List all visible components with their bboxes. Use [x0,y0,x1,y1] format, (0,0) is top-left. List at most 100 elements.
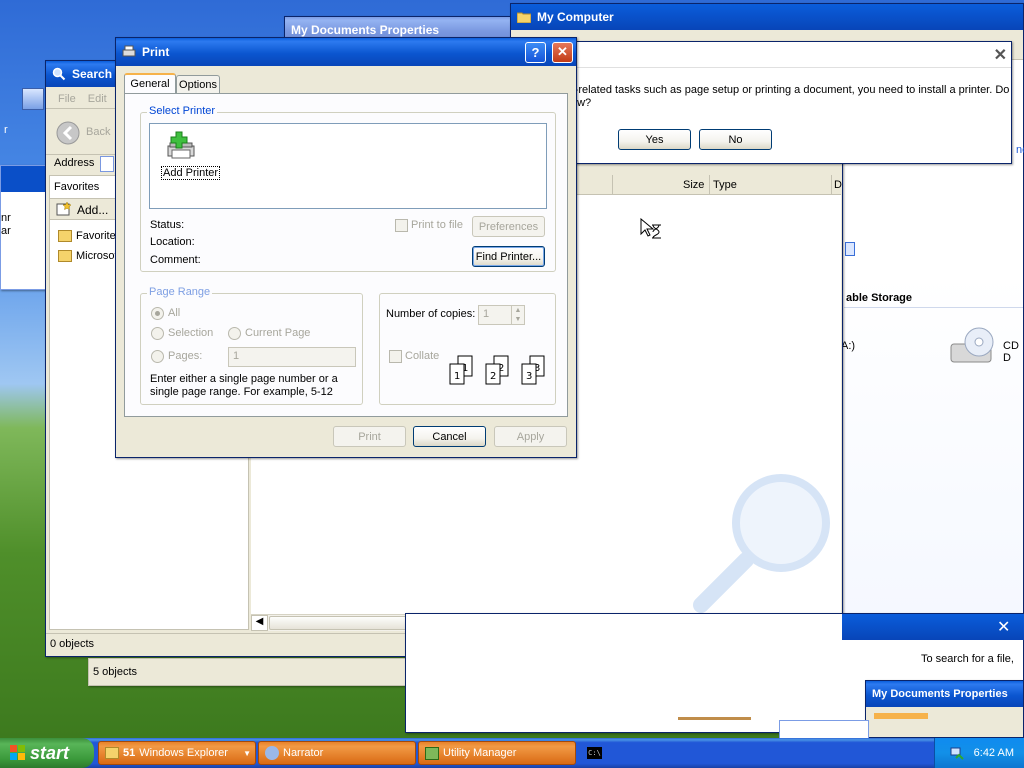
svg-text:3: 3 [526,371,532,382]
window-title: My Documents Properties [872,688,1008,700]
yes-button[interactable]: Yes [618,129,691,150]
install-printer-message-box[interactable]: ✕ r-related tasks such as page setup or … [570,41,1012,164]
close-icon[interactable]: ✕ [994,45,1007,65]
location-label: Location: [150,236,195,248]
taskbar: start 51 Windows Explorer ▼ Narrator Uti… [0,738,1024,768]
status-text: 5 objects [93,666,138,678]
cmd-icon[interactable]: C:\ [587,747,602,759]
preferences-button[interactable]: Preferences [472,216,545,237]
system-tray: 6:42 AM [934,738,1024,768]
menu-edit[interactable]: Edit [88,93,107,105]
taskbar-item-narrator[interactable]: Narrator [258,741,416,765]
sidebar-link-icon[interactable] [845,242,855,256]
collate-pages-icon: 1 1 2 2 3 3 [448,354,550,386]
favorites-item[interactable]: Favorite [76,230,116,242]
start-button[interactable]: start [0,738,94,768]
chevron-down-icon: ▼ [243,748,251,758]
svg-text:1: 1 [454,371,460,382]
back-label: Back [86,126,111,138]
scroll-left-arrow[interactable]: ◀ [251,615,268,631]
copies-group: Number of copies: 1 ▲ ▼ Collate 1 1 2 2 3… [379,293,556,405]
status-text: 0 objects [50,638,95,650]
page-range-group: Page Range All Selection Current Page Pa… [140,286,363,405]
collate-checkbox[interactable] [389,350,402,363]
add-printer-icon[interactable] [164,130,198,162]
my-documents-properties-window-bottom[interactable]: My Documents Properties [865,680,1024,738]
printer-list[interactable]: Add Printer [149,123,547,209]
print-to-file-label: Print to file [411,219,463,231]
column-header-type[interactable]: Type [713,179,737,191]
add-printer-label[interactable]: Add Printer [161,166,221,180]
page-range-legend: Page Range [147,286,213,298]
svg-text:2: 2 [490,371,496,382]
busy-cursor-icon [640,217,662,240]
print-dialog[interactable]: Print ? ✕ General Options Select Printer… [115,37,577,458]
tab-general[interactable]: General [124,73,176,94]
taskbar-item-windows-explorer[interactable]: 51 Windows Explorer ▼ [98,741,256,765]
taskbar-item-label: Utility Manager [443,747,517,759]
selection-label: Selection [168,327,214,339]
all-label: All [168,307,181,319]
folder-icon [517,10,531,24]
partial-text-nc: nc [1016,144,1024,156]
dialog-title: Print [142,45,170,59]
cd-drive-icon[interactable] [949,326,999,370]
cancel-button[interactable]: Cancel [413,426,486,447]
column-header-size[interactable]: Size [683,179,704,191]
pages-radio[interactable] [151,350,164,363]
printer-icon [122,45,136,59]
network-icon[interactable] [950,746,964,760]
search-watermark-icon [691,465,841,615]
folder-icon [58,250,72,262]
no-button[interactable]: No [699,129,772,150]
drive-a-label[interactable]: A:) [841,340,855,352]
start-label: start [30,742,70,763]
group-count: 51 [123,747,136,759]
add-favorite-button[interactable]: Add... [77,203,108,217]
menu-file[interactable]: File [58,93,76,105]
current-page-radio[interactable] [228,327,241,340]
address-label: Address [54,157,95,169]
help-button[interactable]: ? [525,41,546,63]
taskbar-item-label: Windows Explorer [139,747,228,759]
close-icon[interactable]: ✕ [997,617,1010,637]
column-header-d[interactable]: D [834,179,842,191]
print-to-file-checkbox[interactable] [395,219,408,232]
removable-storage-heading: able Storage [846,292,913,304]
clock[interactable]: 6:42 AM [974,747,1014,759]
status-label: Status: [150,219,185,231]
find-printer-button[interactable]: Find Printer... [472,246,545,267]
taskbar-item-utility-manager[interactable]: Utility Manager [418,741,576,765]
page-range-help-text: Enter either a single page number or a s… [150,373,338,398]
back-button[interactable] [56,121,82,145]
comment-label: Comment: [150,254,201,266]
narrator-icon [265,746,279,760]
folder-icon [105,747,119,759]
pages-label: Pages: [168,350,203,362]
copies-label: Number of copies: [386,308,476,320]
background-window-status: 5 objects [88,658,406,686]
cd-drive-label[interactable]: CD D [1003,340,1023,364]
message-line-1: r-related tasks such as page setup or pr… [571,84,1010,96]
close-button[interactable]: ✕ [552,41,573,63]
partial-text-nr: nr [1,212,11,224]
all-radio[interactable] [151,307,164,320]
message-line-2: ow? [571,97,592,109]
window-title: My Documents Properties [291,23,440,37]
address-bar[interactable] [100,156,114,172]
print-button[interactable]: Print [333,426,406,447]
tab-options[interactable]: Options [176,75,220,93]
desktop-computer-icon[interactable] [22,88,44,110]
search-tip-text: To search for a file, [921,653,1014,665]
utility-manager-icon [425,746,439,760]
select-printer-group: Select Printer Add Printer Status: Locat… [140,105,556,272]
pages-input[interactable]: 1 [228,347,356,367]
selection-radio[interactable] [151,327,164,340]
copies-spinner[interactable]: ▲ ▼ [511,306,524,324]
add-favorite-icon[interactable] [56,201,72,217]
favorites-label: Favorites [54,181,100,193]
background-window-left: nr ar [0,165,47,290]
apply-button[interactable]: Apply [494,426,567,447]
window-title: My Computer [537,10,614,24]
favorites-item[interactable]: Microsof [76,250,118,262]
